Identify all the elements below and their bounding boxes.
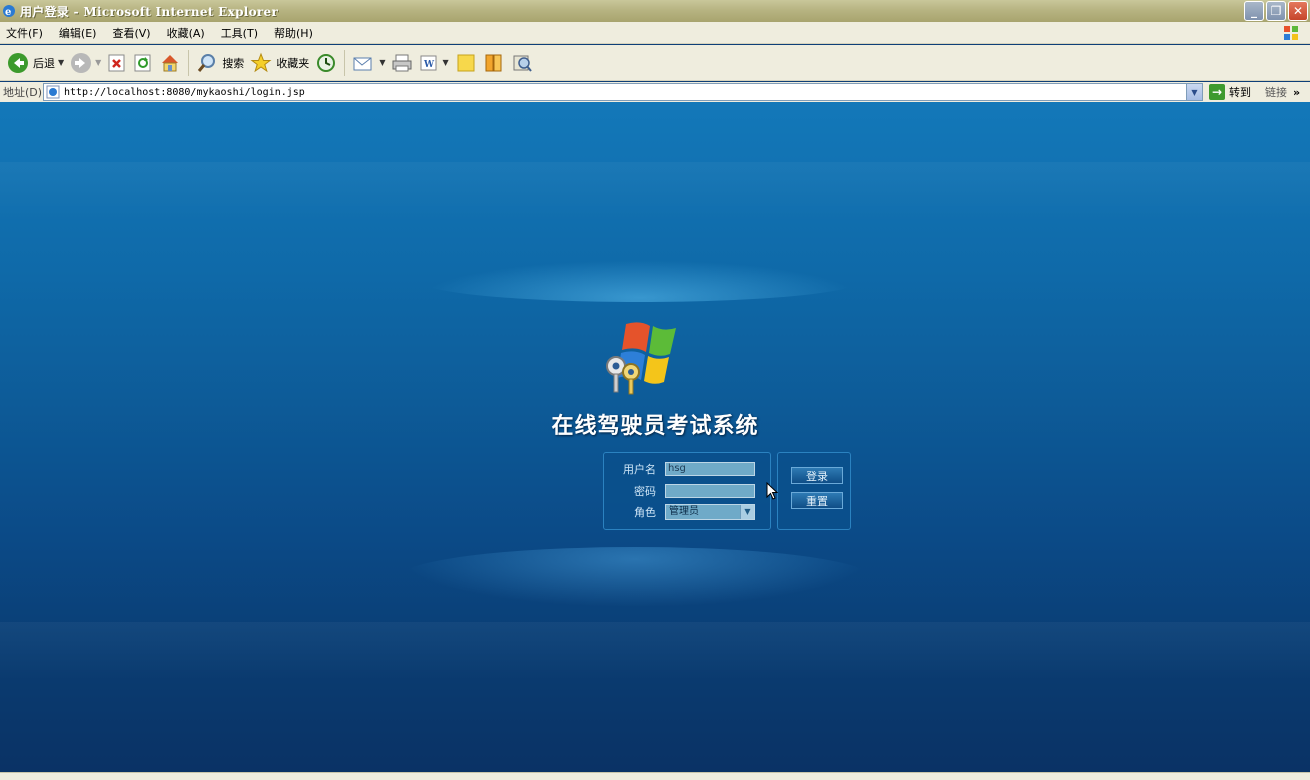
history-icon — [317, 53, 336, 72]
login-buttons-panel: 登录 重置 — [777, 452, 851, 530]
back-arrow-icon — [8, 52, 28, 73]
window-controls: _ ❐ ✕ — [1244, 1, 1308, 21]
favorites-button[interactable]: 收藏夹 — [247, 48, 312, 78]
mail-dropdown-icon[interactable]: ▼ — [379, 58, 385, 67]
username-input[interactable]: hsg — [665, 462, 755, 476]
star-icon — [250, 52, 272, 72]
page-ie-icon — [46, 85, 60, 99]
back-dropdown-icon[interactable]: ▼ — [58, 58, 64, 67]
back-label: 后退 — [33, 56, 55, 70]
background-band — [0, 622, 1310, 682]
address-bar: 地址(D) http://localhost:8080/mykaoshi/log… — [0, 82, 1310, 102]
restore-button[interactable]: ❐ — [1266, 1, 1286, 21]
windows-flag-icon — [1284, 26, 1298, 40]
mail-icon — [353, 57, 372, 70]
system-title: 在线驾驶员考试系统 — [551, 413, 759, 439]
refresh-button[interactable] — [130, 48, 156, 78]
go-arrow-icon: → — [1209, 84, 1225, 100]
windows-keys-logo-icon — [606, 322, 676, 395]
home-icon — [162, 54, 179, 71]
address-dropdown-icon[interactable]: ▼ — [1186, 84, 1202, 100]
login-form-panel: 用户名 hsg 密码 角色 管理员 ▼ — [603, 452, 771, 530]
toolbar-separator — [344, 49, 346, 76]
status-bar — [0, 772, 1310, 780]
edit-dropdown-icon[interactable]: ▼ — [442, 58, 448, 67]
links-label[interactable]: 链接 — [1265, 84, 1287, 100]
address-input[interactable]: http://localhost:8080/mykaoshi/login.jsp… — [43, 83, 1203, 101]
stop-icon — [108, 54, 125, 71]
print-icon — [392, 54, 412, 71]
word-document-icon: W — [420, 55, 437, 70]
svg-text:W: W — [423, 60, 435, 70]
close-button[interactable]: ✕ — [1288, 1, 1308, 21]
forward-dropdown-icon[interactable]: ▼ — [95, 58, 101, 67]
menu-file[interactable]: 文件(F) — [6, 25, 43, 41]
ie-icon: e — [3, 5, 15, 18]
menu-view[interactable]: 查看(V) — [112, 25, 150, 41]
discuss-button[interactable] — [452, 48, 480, 78]
history-button[interactable] — [312, 48, 340, 78]
menu-edit[interactable]: 编辑(E) — [59, 25, 97, 41]
menu-help[interactable]: 帮助(H) — [274, 25, 313, 41]
mouse-cursor-icon — [766, 482, 778, 500]
messenger-button[interactable] — [508, 48, 536, 78]
toolbar: 后退 ▼ ▼ 搜索 收藏夹 ▼ W ▼ — [0, 45, 1310, 81]
messenger-icon — [513, 55, 532, 72]
password-input[interactable] — [665, 484, 755, 498]
mail-button[interactable]: ▼ — [349, 48, 388, 78]
page-content: 在线驾驶员考试系统 用户名 hsg 密码 角色 管理员 ▼ 登录 重置 — [0, 102, 1310, 772]
forward-arrow-icon — [71, 52, 92, 73]
favorites-label: 收藏夹 — [276, 56, 310, 70]
password-row: 密码 — [604, 483, 755, 499]
role-row: 角色 管理员 ▼ — [604, 504, 755, 520]
decorative-glow — [420, 260, 860, 302]
role-selected-value: 管理员 — [669, 506, 699, 517]
search-icon — [198, 53, 216, 72]
go-label: 转到 — [1229, 86, 1251, 99]
menu-favorites[interactable]: 收藏(A) — [167, 25, 205, 41]
print-button[interactable] — [388, 48, 416, 78]
title-bar: e 用户登录 - Microsoft Internet Explorer _ ❐… — [0, 0, 1310, 22]
edit-button[interactable]: W ▼ — [416, 48, 451, 78]
go-button[interactable]: → 转到 — [1209, 84, 1251, 100]
background-band — [0, 162, 1310, 222]
login-button[interactable]: 登录 — [791, 467, 843, 484]
research-button[interactable] — [480, 48, 508, 78]
address-url: http://localhost:8080/mykaoshi/login.jsp — [64, 86, 305, 98]
back-button[interactable]: 后退 ▼ — [4, 48, 67, 78]
address-label: 地址(D) — [3, 86, 43, 99]
toolbar-separator — [188, 49, 190, 76]
forward-button[interactable]: ▼ — [67, 48, 104, 78]
reset-button[interactable]: 重置 — [791, 492, 843, 509]
search-label: 搜索 — [222, 56, 245, 70]
chevron-down-icon[interactable]: ▼ — [740, 505, 754, 519]
username-row: 用户名 hsg — [604, 461, 755, 477]
menu-bar: 文件(F) 编辑(E) 查看(V) 收藏(A) 工具(T) 帮助(H) — [0, 22, 1310, 44]
menu-tools[interactable]: 工具(T) — [221, 25, 258, 41]
search-button[interactable]: 搜索 — [193, 48, 247, 78]
username-label: 用户名 — [623, 463, 656, 476]
minimize-button[interactable]: _ — [1244, 1, 1264, 21]
role-label: 角色 — [634, 506, 656, 519]
refresh-icon — [134, 54, 151, 71]
decorative-glow — [400, 547, 870, 607]
home-button[interactable] — [156, 48, 184, 78]
password-label: 密码 — [634, 485, 656, 498]
role-select[interactable]: 管理员 ▼ — [665, 504, 755, 520]
links-chevron-icon[interactable]: » — [1293, 86, 1300, 99]
note-icon — [457, 54, 475, 71]
svg-text:e: e — [5, 7, 11, 18]
book-icon — [485, 54, 502, 71]
stop-button[interactable] — [104, 48, 130, 78]
window-title: 用户登录 - Microsoft Internet Explorer — [20, 4, 279, 19]
